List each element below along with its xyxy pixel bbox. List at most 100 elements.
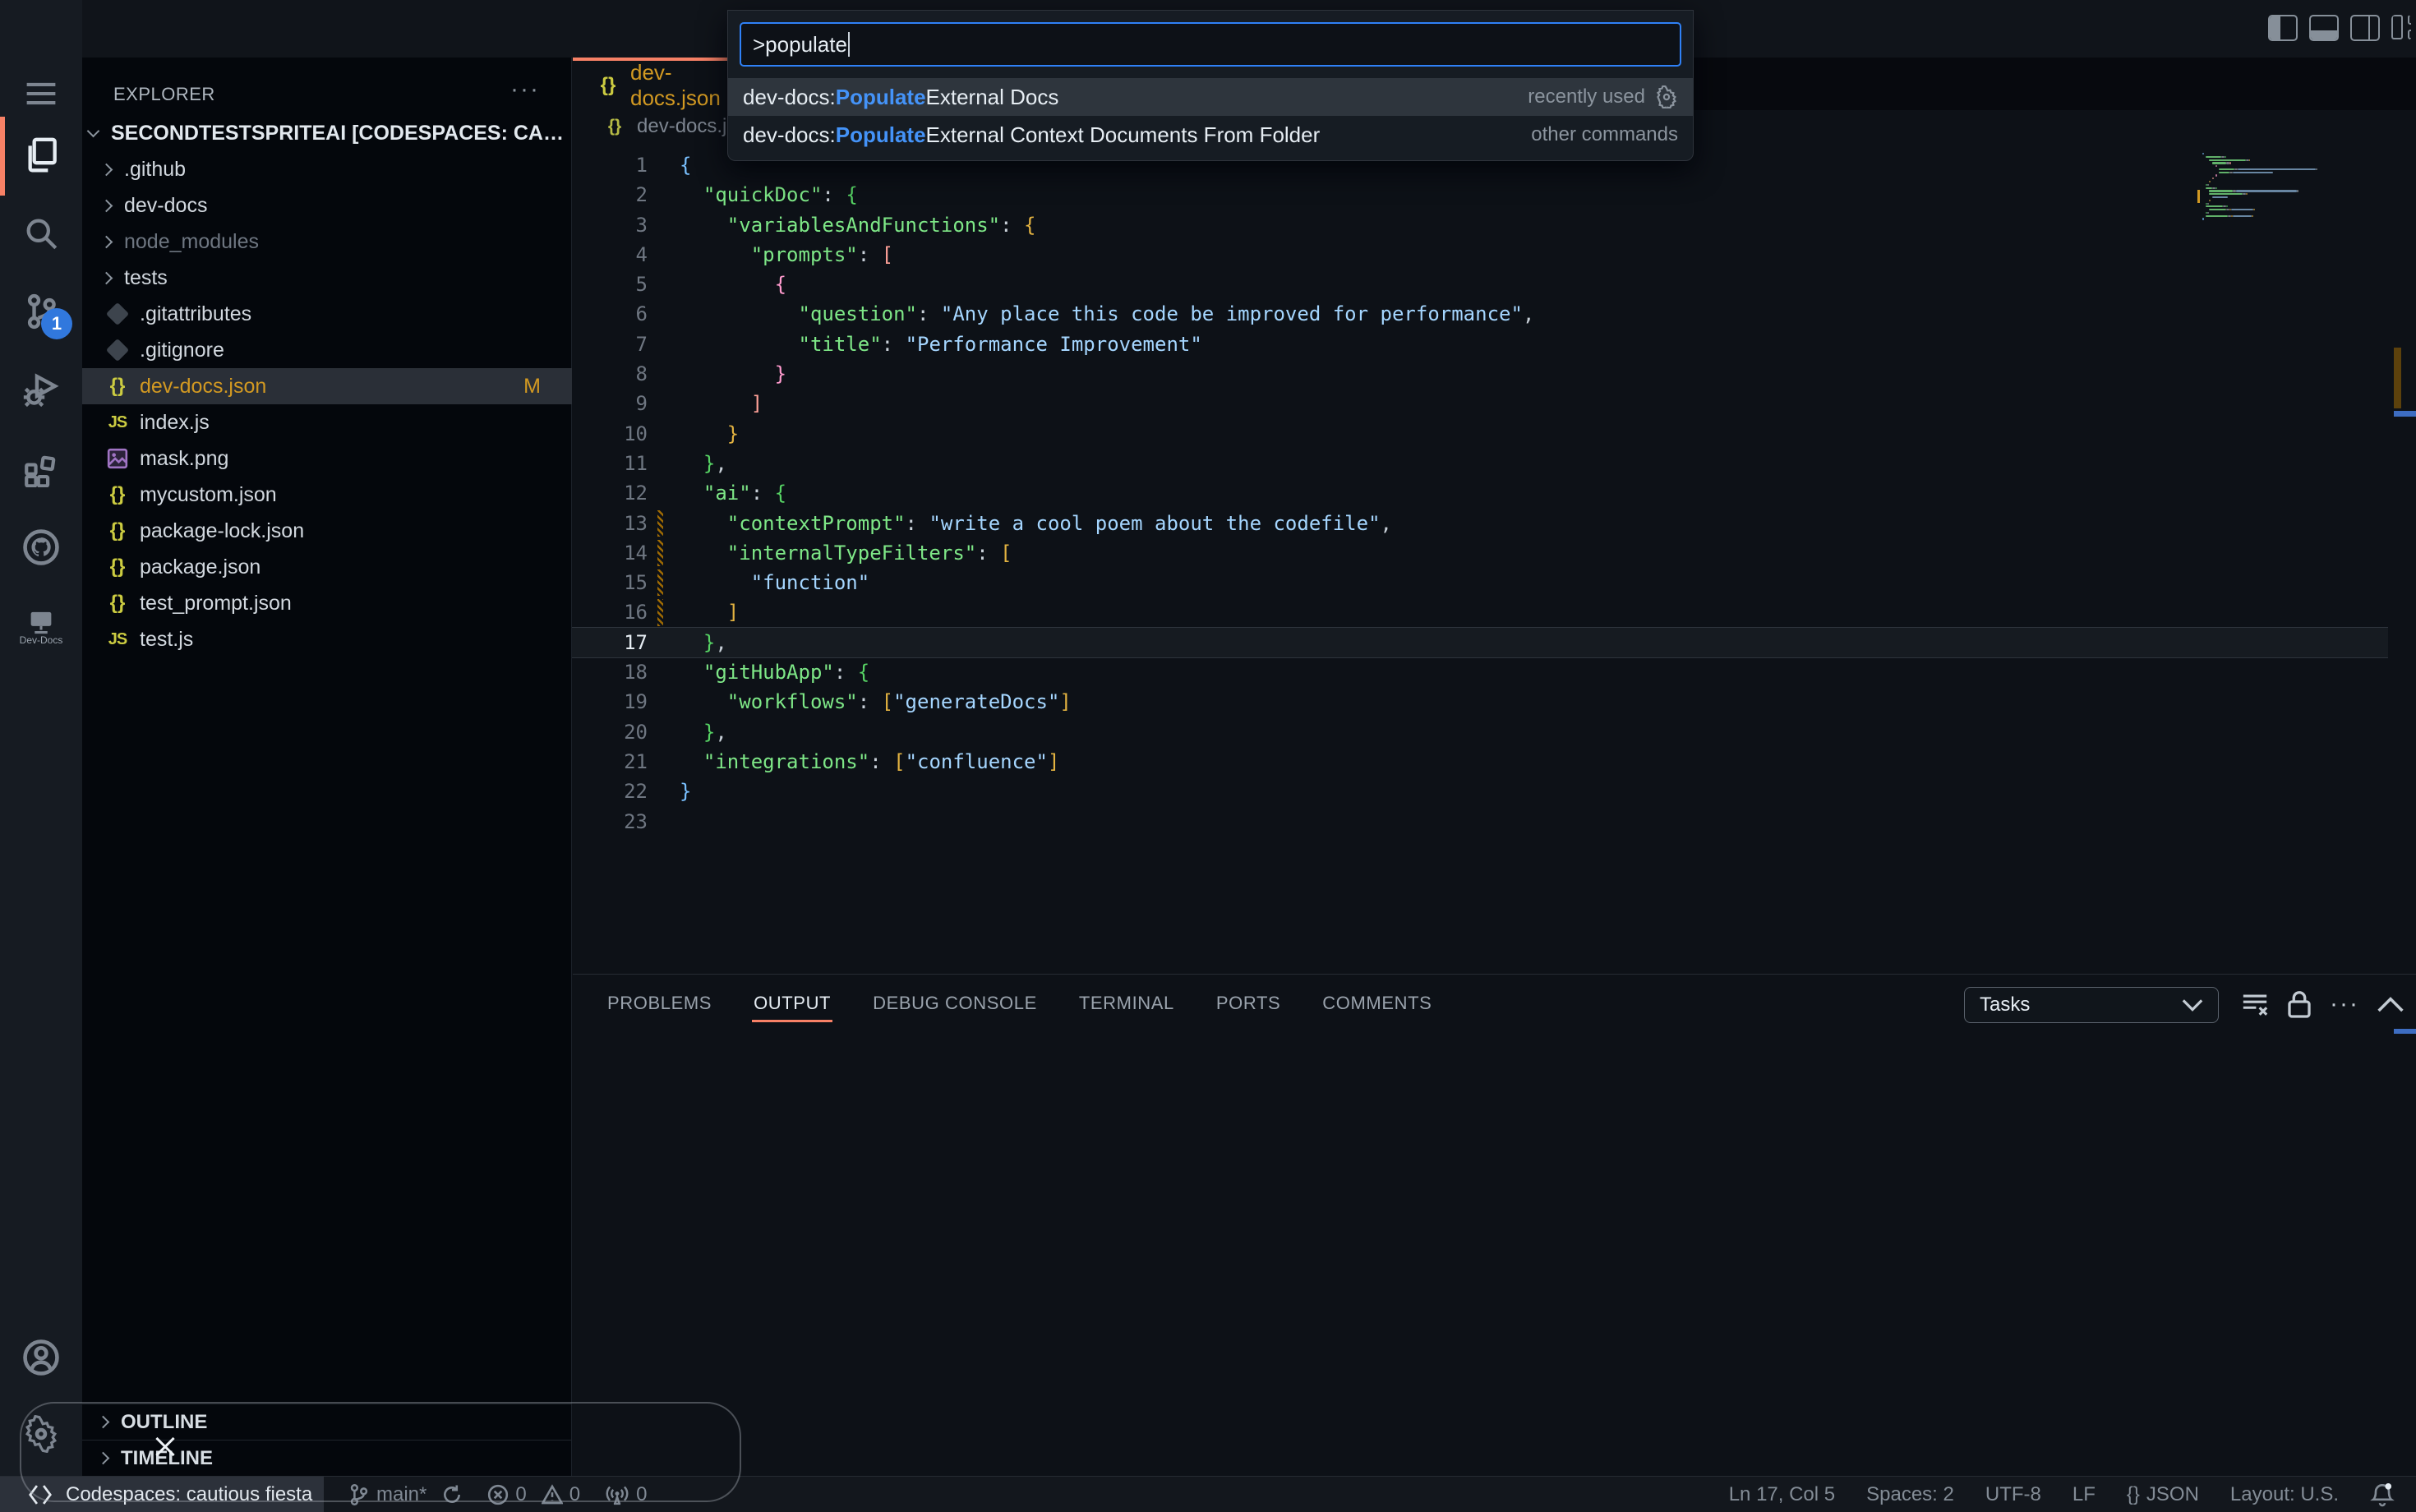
minimap[interactable]: [2202, 153, 2334, 224]
panel-tab-problems[interactable]: PROBLEMS: [606, 978, 713, 1029]
tree-item-mask-png[interactable]: mask.png: [82, 440, 572, 477]
status-utf-8[interactable]: UTF-8: [1985, 1483, 2041, 1506]
click-marker-x: [153, 1435, 178, 1459]
configure-gear-icon: [1656, 85, 1676, 108]
code-editor[interactable]: 1{2 "quickDoc": {3 "variablesAndFunction…: [572, 150, 2388, 837]
code-line-8[interactable]: 8 }: [572, 359, 2388, 389]
code-line-10[interactable]: 10 }: [572, 419, 2388, 449]
code-line-15[interactable]: 15 "function": [572, 568, 2388, 597]
line-number: 12: [624, 482, 648, 505]
tree-item-dev-docs-json[interactable]: {} dev-docs.json M: [82, 368, 572, 404]
gutter-modified-marker: [657, 539, 663, 567]
search-icon[interactable]: [0, 201, 82, 266]
toggle-secondary-sidebar-icon[interactable]: [2350, 15, 2380, 41]
code-line-21[interactable]: 21 "integrations": ["confluence"]: [572, 747, 2388, 777]
code-line-5[interactable]: 5 {: [572, 270, 2388, 299]
code-line-16[interactable]: 16 ]: [572, 597, 2388, 627]
tree-item-dev-docs[interactable]: dev-docs: [82, 187, 572, 224]
explorer-icon[interactable]: [0, 122, 82, 188]
tree-item-node-modules[interactable]: node_modules: [82, 224, 572, 260]
panel-tab-terminal[interactable]: TERMINAL: [1077, 978, 1176, 1029]
run-debug-icon[interactable]: [0, 357, 82, 423]
clear-output-icon[interactable]: [2241, 990, 2269, 1018]
code-line-6[interactable]: 6 "question": "Any place this code be im…: [572, 299, 2388, 329]
explorer-more-actions-icon[interactable]: ···: [510, 76, 540, 104]
code-line-11[interactable]: 11 },: [572, 449, 2388, 478]
panel-tab-output[interactable]: OUTPUT: [752, 978, 833, 1029]
toggle-panel-icon[interactable]: [2309, 15, 2339, 41]
line-number: 3: [635, 213, 648, 237]
panel-actions: ···: [2241, 989, 2416, 1019]
highlight-region-overlay: [20, 1402, 741, 1502]
extensions-icon[interactable]: [0, 437, 82, 503]
customize-layout-icon[interactable]: [2391, 15, 2411, 41]
status-json[interactable]: {} JSON: [2127, 1483, 2199, 1506]
git-file-icon: [105, 338, 130, 362]
github-icon[interactable]: [0, 514, 82, 580]
command-input[interactable]: >populate: [740, 22, 1681, 67]
line-number: 21: [624, 749, 648, 773]
tree-item--github[interactable]: .github: [82, 151, 572, 187]
line-number: 6: [635, 302, 648, 326]
command-result-2[interactable]: dev-docs: Populate External Context Docu…: [728, 116, 1693, 154]
tree-item-tests[interactable]: tests: [82, 260, 572, 296]
js-file-icon: JS: [108, 629, 127, 648]
tree-item--gitignore[interactable]: .gitignore: [82, 332, 572, 368]
line-number: 1: [635, 154, 648, 177]
code-line-7[interactable]: 7 "title": "Performance Improvement": [572, 330, 2388, 359]
code-line-23[interactable]: 23: [572, 807, 2388, 837]
panel-tab-ports[interactable]: PORTS: [1215, 978, 1282, 1029]
code-line-9[interactable]: 9 ]: [572, 389, 2388, 418]
tree-item-test-prompt-json[interactable]: {} test_prompt.json: [82, 585, 572, 621]
code-line-2[interactable]: 2 "quickDoc": {: [572, 180, 2388, 210]
code-line-14[interactable]: 14 "internalTypeFilters": [: [572, 538, 2388, 568]
code-line-22[interactable]: 22}: [572, 777, 2388, 806]
tree-item-package-lock-json[interactable]: {} package-lock.json: [82, 513, 572, 549]
status-layout-u-s-[interactable]: Layout: U.S.: [2230, 1483, 2339, 1506]
line-number: 19: [624, 690, 648, 714]
tree-item--gitattributes[interactable]: .gitattributes: [82, 296, 572, 332]
code-line-18[interactable]: 18 "gitHubApp": {: [572, 657, 2388, 687]
status-spaces-2[interactable]: Spaces: 2: [1866, 1483, 1954, 1506]
source-control-icon[interactable]: [0, 279, 82, 344]
code-line-17[interactable]: 17 },: [572, 627, 2388, 658]
notifications-bell-icon[interactable]: [2370, 1482, 2395, 1508]
code-line-19[interactable]: 19 "workflows": ["generateDocs"]: [572, 687, 2388, 717]
more-actions-icon[interactable]: ···: [2330, 990, 2359, 1018]
lock-icon[interactable]: [2287, 989, 2312, 1019]
code-line-13[interactable]: 13 "contextPrompt": "write a cool poem a…: [572, 509, 2388, 538]
code-line-20[interactable]: 20 },: [572, 717, 2388, 747]
command-result-1[interactable]: dev-docs: Populate External Docs recently…: [728, 78, 1693, 116]
line-number: 23: [624, 809, 648, 833]
dev-docs-icon-label: Dev-Docs: [19, 634, 63, 646]
tree-item-package-json[interactable]: {} package.json: [82, 549, 572, 585]
tree-item-index-js[interactable]: JS index.js: [82, 404, 572, 440]
panel-scroll-decoration: [2394, 1029, 2416, 1034]
line-number: 17: [624, 630, 648, 654]
status-ln-17-col-5[interactable]: Ln 17, Col 5: [1729, 1483, 1835, 1506]
output-channel-select[interactable]: Tasks: [1964, 987, 2219, 1023]
line-number: 13: [624, 511, 648, 535]
panel-tab-debug-console[interactable]: DEBUG CONSOLE: [871, 978, 1039, 1029]
panel-tab-comments[interactable]: COMMENTS: [1321, 978, 1433, 1029]
json-file-icon: {}: [109, 555, 126, 578]
tree-item-mycustom-json[interactable]: {} mycustom.json: [82, 477, 572, 513]
maximize-panel-icon[interactable]: [2377, 996, 2404, 1012]
code-line-12[interactable]: 12 "ai": {: [572, 478, 2388, 508]
image-file-icon: [105, 448, 130, 469]
file-tree: SECONDTESTSPRITEAI [CODESPACES: CAUTIO..…: [82, 115, 572, 657]
account-icon[interactable]: [0, 1325, 82, 1390]
line-number: 4: [635, 242, 648, 266]
code-line-4[interactable]: 4 "prompts": [: [572, 240, 2388, 270]
tree-root-folder[interactable]: SECONDTESTSPRITEAI [CODESPACES: CAUTIO..…: [82, 115, 572, 151]
toggle-sidebar-icon[interactable]: [2268, 15, 2298, 41]
tree-item-test-js[interactable]: JS test.js: [82, 621, 572, 657]
menu-icon[interactable]: [0, 61, 82, 127]
status-lf[interactable]: LF: [2073, 1483, 2096, 1506]
git-modified-badge: M: [523, 374, 541, 398]
code-line-3[interactable]: 3 "variablesAndFunctions": {: [572, 210, 2388, 240]
source-control-badge: 1: [41, 308, 72, 339]
line-number: 8: [635, 362, 648, 386]
dev-docs-icon[interactable]: [0, 590, 82, 656]
line-number: 16: [624, 601, 648, 625]
